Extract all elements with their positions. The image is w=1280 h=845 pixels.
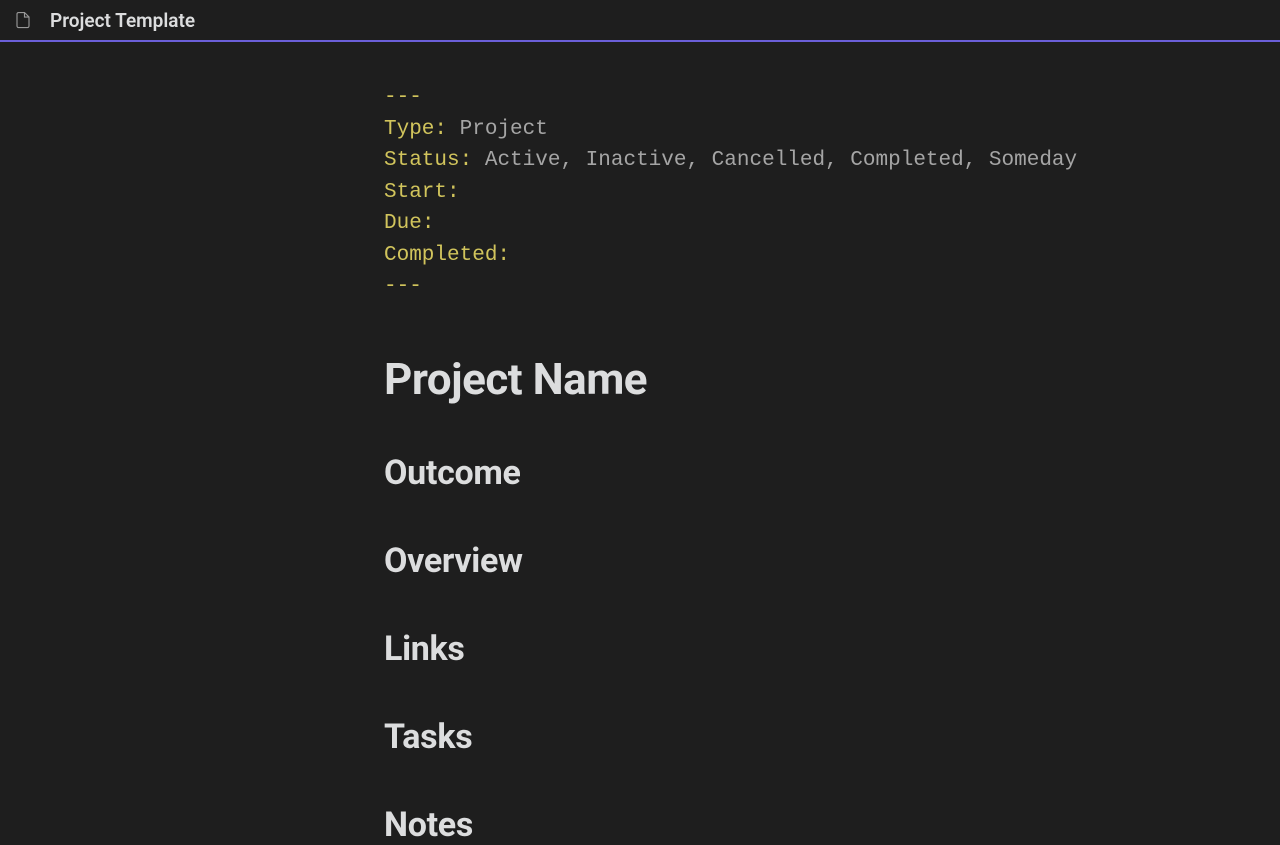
tab-header: Project Template bbox=[0, 0, 1280, 42]
frontmatter-sep-top: --- bbox=[384, 82, 1100, 114]
heading-links[interactable]: Links bbox=[384, 629, 1100, 669]
heading-project-name[interactable]: Project Name bbox=[384, 353, 1100, 405]
heading-notes[interactable]: Notes bbox=[384, 805, 1100, 845]
frontmatter-sep-bottom: --- bbox=[384, 271, 1100, 303]
heading-overview[interactable]: Overview bbox=[384, 541, 1100, 581]
frontmatter-line-due: Due: bbox=[384, 208, 1100, 240]
heading-outcome[interactable]: Outcome bbox=[384, 453, 1100, 493]
frontmatter-line-completed: Completed: bbox=[384, 240, 1100, 272]
heading-tasks[interactable]: Tasks bbox=[384, 717, 1100, 757]
frontmatter-line-start: Start: bbox=[384, 177, 1100, 209]
frontmatter-line-type: Type: Project bbox=[384, 114, 1100, 146]
editor-content[interactable]: --- Type: Project Status: Active, Inacti… bbox=[0, 42, 1100, 845]
frontmatter-block[interactable]: --- Type: Project Status: Active, Inacti… bbox=[384, 82, 1100, 303]
frontmatter-line-status: Status: Active, Inactive, Cancelled, Com… bbox=[384, 145, 1100, 177]
file-icon bbox=[14, 11, 32, 29]
page-title: Project Template bbox=[50, 9, 195, 32]
